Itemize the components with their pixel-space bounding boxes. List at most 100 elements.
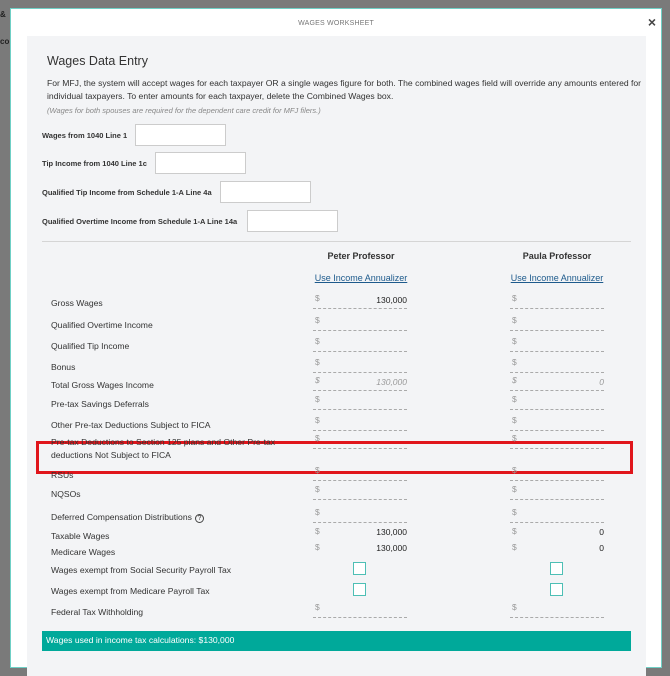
amount-input[interactable]: $ bbox=[510, 415, 604, 431]
checkbox[interactable] bbox=[550, 562, 563, 575]
currency-symbol: $ bbox=[512, 357, 517, 367]
note-text: (Wages for both spouses are required for… bbox=[47, 106, 321, 115]
row-label-text: Federal Tax Withholding bbox=[51, 607, 144, 617]
income-annualizer-link-paula[interactable]: Use Income Annualizer bbox=[497, 273, 617, 283]
amount-input[interactable]: $ bbox=[313, 602, 407, 618]
amount-input[interactable]: $ bbox=[313, 465, 407, 481]
amount-input[interactable]: $ bbox=[510, 394, 604, 410]
currency-symbol: $ bbox=[315, 394, 320, 404]
row-label: Qualified Overtime Income bbox=[51, 319, 291, 332]
row-label-text: RSUs bbox=[51, 470, 74, 480]
amount-input[interactable]: $ bbox=[313, 433, 407, 449]
divider bbox=[42, 241, 631, 242]
wages-summary-bar: Wages used in income tax calculations: $… bbox=[42, 631, 631, 651]
row-label: Pre-tax Savings Deferrals bbox=[51, 398, 291, 411]
row-label: Deferred Compensation Distributions? bbox=[51, 511, 291, 524]
close-icon[interactable]: × bbox=[648, 14, 656, 30]
currency-symbol: $ bbox=[512, 415, 517, 425]
help-icon[interactable]: ? bbox=[194, 514, 204, 523]
currency-symbol: $ bbox=[315, 542, 320, 552]
currency-symbol: $ bbox=[315, 602, 320, 612]
qualified-tip-input[interactable] bbox=[220, 181, 311, 203]
currency-symbol: $ bbox=[315, 315, 320, 325]
amount-input[interactable]: $ bbox=[313, 507, 407, 523]
amount-input[interactable]: $ bbox=[313, 484, 407, 500]
amount-input[interactable]: $130,000 bbox=[313, 293, 407, 309]
column-header-peter: Peter Professor bbox=[327, 251, 395, 261]
amount-text: 0 bbox=[599, 527, 604, 537]
row-label-text: NQSOs bbox=[51, 489, 81, 499]
row-label: Gross Wages bbox=[51, 297, 291, 310]
tip-income-input[interactable] bbox=[155, 152, 246, 174]
checkbox[interactable] bbox=[353, 562, 366, 575]
wages-panel: Wages Data Entry For MFJ, the system wil… bbox=[27, 36, 646, 676]
amount-text: 130,000 bbox=[376, 295, 407, 305]
currency-symbol: $ bbox=[512, 336, 517, 346]
amount-input[interactable]: $ bbox=[313, 394, 407, 410]
row-label: Medicare Wages bbox=[51, 546, 291, 559]
amount-value: $0 bbox=[510, 526, 604, 542]
currency-symbol: $ bbox=[512, 394, 517, 404]
amount-input[interactable]: $ bbox=[510, 315, 604, 331]
amount-input[interactable]: $ bbox=[510, 484, 604, 500]
currency-symbol: $ bbox=[512, 375, 517, 385]
row-label: Pre-tax Deductions to Section 125 plans … bbox=[51, 436, 291, 462]
currency-symbol: $ bbox=[512, 602, 517, 612]
currency-symbol: $ bbox=[512, 526, 517, 536]
row-label: Wages exempt from Medicare Payroll Tax bbox=[51, 585, 291, 598]
row-label: Federal Tax Withholding bbox=[51, 606, 291, 619]
amount-input[interactable]: $ bbox=[510, 433, 604, 449]
currency-symbol: $ bbox=[315, 357, 320, 367]
currency-symbol: $ bbox=[512, 315, 517, 325]
wages-1040-input[interactable] bbox=[135, 124, 226, 146]
amount-value: $130,000 bbox=[313, 542, 407, 558]
qualified-tip-label: Qualified Tip Income from Schedule 1-A L… bbox=[42, 188, 212, 197]
tip-income-label: Tip Income from 1040 Line 1c bbox=[42, 159, 147, 168]
currency-symbol: $ bbox=[315, 433, 320, 443]
row-label: Qualified Tip Income bbox=[51, 340, 291, 353]
dialog-title: WAGES WORKSHEET bbox=[298, 20, 374, 27]
currency-symbol: $ bbox=[315, 293, 320, 303]
amount-input[interactable]: $ bbox=[313, 336, 407, 352]
column-header-paula: Paula Professor bbox=[522, 251, 592, 261]
amount-value: $130,000 bbox=[313, 375, 407, 391]
wages-worksheet-dialog: WAGES WORKSHEET × Wages Data Entry For M… bbox=[10, 8, 662, 676]
currency-symbol: $ bbox=[315, 484, 320, 494]
row-label-text: Wages exempt from Social Security Payrol… bbox=[51, 565, 232, 575]
currency-symbol: $ bbox=[315, 526, 320, 536]
amount-input[interactable]: $ bbox=[510, 465, 604, 481]
row-label-text: Deferred Compensation Distributions bbox=[51, 512, 192, 522]
qualified-overtime-input[interactable] bbox=[247, 210, 338, 232]
amount-input[interactable]: $ bbox=[510, 357, 604, 373]
currency-symbol: $ bbox=[315, 415, 320, 425]
qualified-overtime-label: Qualified Overtime Income from Schedule … bbox=[42, 217, 238, 226]
row-label-text: Taxable Wages bbox=[51, 531, 110, 541]
intro-text: For MFJ, the system will accept wages fo… bbox=[47, 78, 642, 101]
wages-1040-label: Wages from 1040 Line 1 bbox=[42, 131, 128, 140]
row-label-text: Qualified Overtime Income bbox=[51, 320, 153, 330]
row-label-text: Total Gross Wages Income bbox=[51, 380, 154, 390]
row-label-text: Wages exempt from Medicare Payroll Tax bbox=[51, 586, 210, 596]
amount-input[interactable]: $ bbox=[313, 415, 407, 431]
income-annualizer-link-peter[interactable]: Use Income Annualizer bbox=[301, 273, 421, 283]
row-label: RSUs bbox=[51, 469, 291, 482]
row-label-text: Qualified Tip Income bbox=[51, 341, 130, 351]
row-label: Taxable Wages bbox=[51, 530, 291, 543]
checkbox[interactable] bbox=[353, 583, 366, 596]
checkbox[interactable] bbox=[550, 583, 563, 596]
row-label-text: Gross Wages bbox=[51, 298, 103, 308]
amount-input[interactable]: $ bbox=[510, 602, 604, 618]
amount-text: 0 bbox=[599, 377, 604, 387]
currency-symbol: $ bbox=[512, 465, 517, 475]
row-label-text: Medicare Wages bbox=[51, 547, 116, 557]
row-label: NQSOs bbox=[51, 488, 291, 501]
currency-symbol: $ bbox=[512, 484, 517, 494]
amount-input[interactable]: $ bbox=[510, 507, 604, 523]
currency-symbol: $ bbox=[315, 336, 320, 346]
amount-input[interactable]: $ bbox=[313, 315, 407, 331]
amount-input[interactable]: $ bbox=[510, 336, 604, 352]
currency-symbol: $ bbox=[512, 542, 517, 552]
currency-symbol: $ bbox=[512, 433, 517, 443]
amount-input[interactable]: $ bbox=[313, 357, 407, 373]
amount-input[interactable]: $ bbox=[510, 293, 604, 309]
